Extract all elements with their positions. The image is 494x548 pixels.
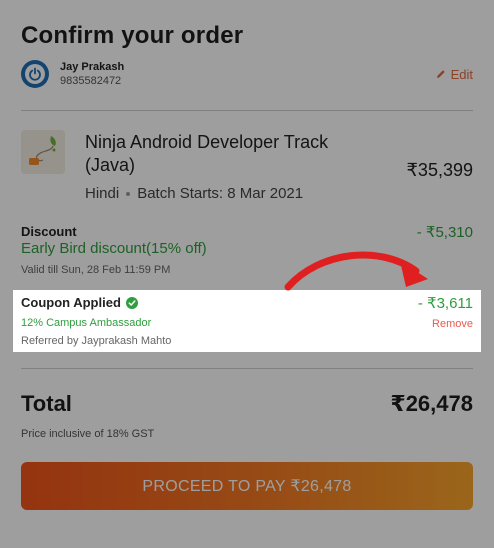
course-language: Hindi <box>85 185 120 202</box>
coupon-referrer: Referred by Jayprakash Mahto <box>21 335 172 347</box>
discount-amount: - ₹5,310 <box>416 224 473 241</box>
course-price: ₹35,399 <box>406 160 473 180</box>
power-icon <box>25 64 45 84</box>
divider <box>21 110 473 111</box>
course-thumbnail <box>21 130 65 174</box>
page-title: Confirm your order <box>21 22 244 49</box>
discount-name: Early Bird discount(15% off) <box>21 240 207 257</box>
user-phone: 9835582472 <box>60 75 122 87</box>
discount-validity: Valid till Sun, 28 Feb 11:59 PM <box>21 264 171 276</box>
discount-label: Discount <box>21 224 77 239</box>
course-batch: Batch Starts: 8 Mar 2021 <box>137 185 304 202</box>
proceed-to-pay-button[interactable]: PROCEED TO PAY ₹26,478 <box>21 462 473 510</box>
user-info: Jay Prakash 9835582472 <box>21 60 124 88</box>
avatar <box>21 60 49 88</box>
divider <box>21 368 473 369</box>
curved-arrow-icon <box>284 251 428 291</box>
course-title: Ninja Android Developer Track (Java) <box>85 132 329 175</box>
coupon-label: Coupon Applied <box>21 295 138 310</box>
user-name: Jay Prakash <box>60 61 125 73</box>
course-meta: Hindi Batch Starts: 8 Mar 2021 <box>85 185 303 202</box>
coupon-label-text: Coupon Applied <box>21 295 121 310</box>
gst-note: Price inclusive of 18% GST <box>21 428 155 440</box>
total-amount: ₹26,478 <box>390 391 473 416</box>
edit-button[interactable]: Edit <box>436 67 473 82</box>
total-label: Total <box>21 391 72 416</box>
remove-coupon-button[interactable]: Remove <box>432 318 473 330</box>
edit-label: Edit <box>450 67 473 82</box>
coupon-code: 12% Campus Ambassador <box>21 317 152 329</box>
pencil-icon <box>436 67 446 82</box>
check-circle-icon <box>125 296 138 309</box>
separator-dot <box>126 191 131 196</box>
